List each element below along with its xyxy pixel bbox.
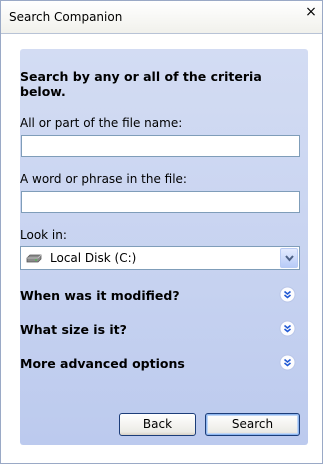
look-in-label: Look in:: [20, 228, 67, 242]
window-title: Search Companion: [9, 10, 123, 24]
instructions-heading: Search by any or all of the criteria bel…: [20, 69, 262, 99]
phrase-input[interactable]: [21, 191, 300, 213]
section-advanced-options[interactable]: More advanced options: [20, 352, 300, 376]
file-name-input[interactable]: [21, 135, 300, 157]
title-bar: Search Companion ×: [1, 1, 322, 34]
expand-chevron-icon[interactable]: [279, 354, 296, 371]
section-when-modified-label: When was it modified?: [20, 288, 180, 303]
hard-drive-icon: [26, 254, 42, 263]
chevron-down-icon: [285, 255, 294, 262]
expand-chevron-icon[interactable]: [279, 286, 296, 303]
section-what-size[interactable]: What size is it?: [20, 318, 300, 342]
expand-chevron-icon[interactable]: [279, 320, 296, 337]
look-in-value: Local Disk (C:): [50, 251, 137, 265]
look-in-select[interactable]: Local Disk (C:): [20, 246, 300, 270]
phrase-label: A word or phrase in the file:: [20, 172, 187, 186]
back-button[interactable]: Back: [119, 413, 196, 436]
file-name-label: All or part of the file name:: [20, 116, 183, 130]
search-button[interactable]: Search: [205, 413, 300, 436]
close-icon[interactable]: ×: [304, 5, 318, 19]
look-in-dropdown-button[interactable]: [280, 248, 298, 268]
section-what-size-label: What size is it?: [20, 322, 127, 337]
section-advanced-options-label: More advanced options: [20, 356, 185, 371]
section-when-modified[interactable]: When was it modified?: [20, 284, 300, 308]
